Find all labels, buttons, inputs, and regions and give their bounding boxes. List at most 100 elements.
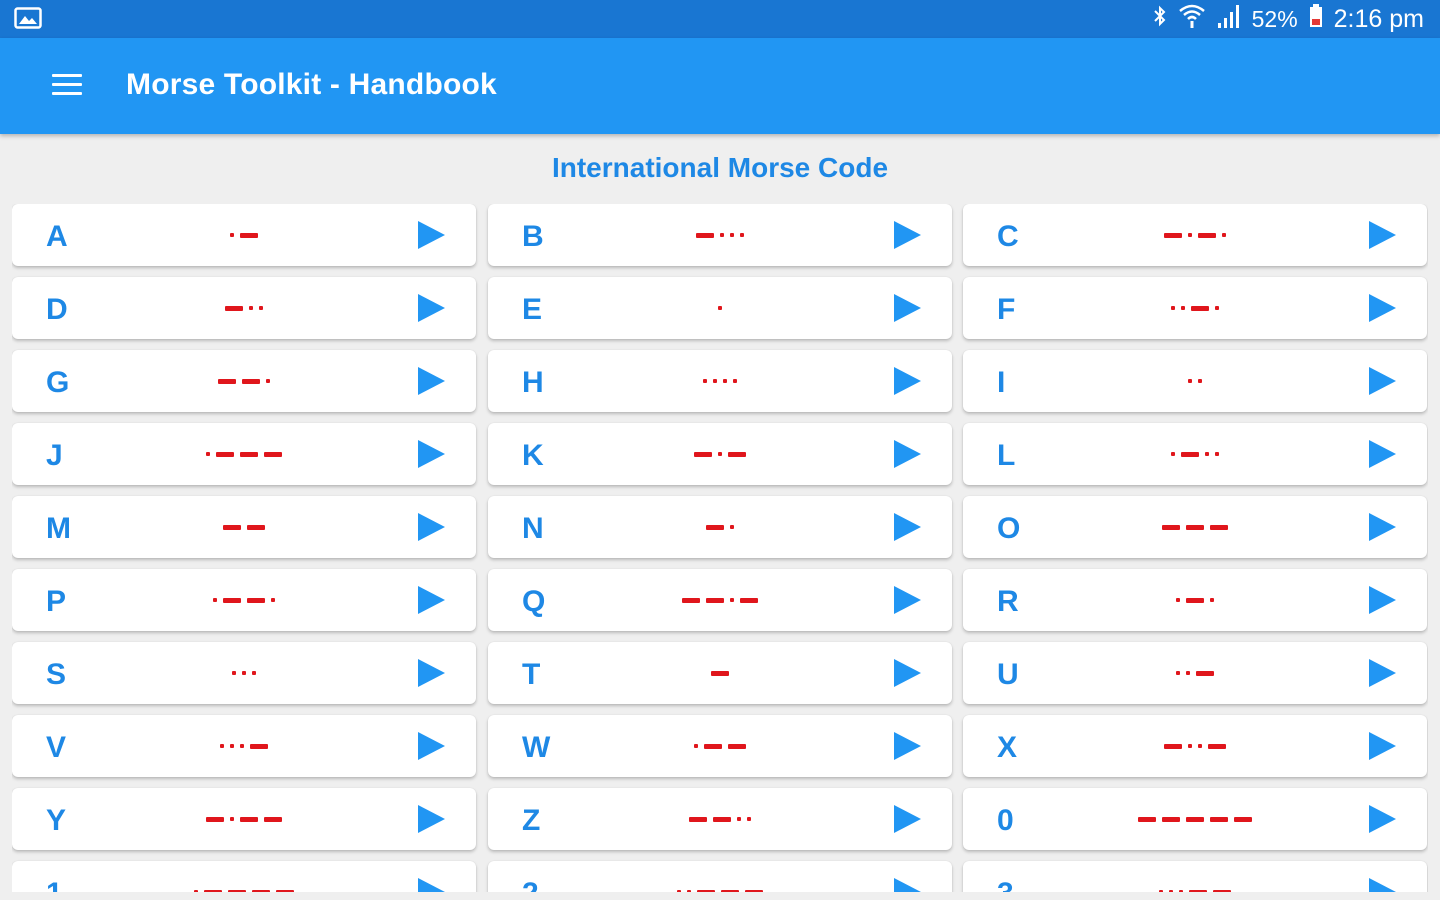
morse-card-i[interactable]: I xyxy=(963,350,1427,412)
morse-dot xyxy=(733,379,737,383)
play-icon[interactable] xyxy=(416,658,446,688)
play-icon[interactable] xyxy=(1367,585,1397,615)
morse-card-g[interactable]: G xyxy=(12,350,476,412)
morse-code xyxy=(122,350,366,412)
morse-code xyxy=(598,861,842,892)
play-icon[interactable] xyxy=(1367,804,1397,834)
app-title: Morse Toolkit - Handbook xyxy=(126,68,497,101)
morse-dot xyxy=(252,671,256,675)
morse-card-2[interactable]: 2 xyxy=(488,861,952,892)
morse-code xyxy=(598,642,842,704)
morse-code xyxy=(1073,423,1317,485)
morse-card-n[interactable]: N xyxy=(488,496,952,558)
play-icon[interactable] xyxy=(416,293,446,323)
play-icon[interactable] xyxy=(416,877,446,892)
morse-dot xyxy=(1188,233,1192,237)
morse-card-z[interactable]: Z xyxy=(488,788,952,850)
play-icon[interactable] xyxy=(892,293,922,323)
morse-dot xyxy=(1210,598,1214,602)
morse-card-v[interactable]: V xyxy=(12,715,476,777)
morse-card-w[interactable]: W xyxy=(488,715,952,777)
morse-dash xyxy=(1186,816,1204,822)
morse-dot xyxy=(737,817,741,821)
morse-card-f[interactable]: F xyxy=(963,277,1427,339)
morse-card-m[interactable]: M xyxy=(12,496,476,558)
morse-card-b[interactable]: B xyxy=(488,204,952,266)
morse-code xyxy=(122,642,366,704)
morse-dash xyxy=(247,597,265,603)
morse-card-y[interactable]: Y xyxy=(12,788,476,850)
play-icon[interactable] xyxy=(416,439,446,469)
morse-dash xyxy=(704,743,722,749)
play-icon[interactable] xyxy=(416,804,446,834)
play-icon[interactable] xyxy=(416,585,446,615)
morse-dash xyxy=(1213,889,1231,892)
morse-card-h[interactable]: H xyxy=(488,350,952,412)
morse-letter: 2 xyxy=(522,877,582,892)
play-icon[interactable] xyxy=(1367,877,1397,892)
morse-dash xyxy=(1189,889,1207,892)
morse-card-3[interactable]: 3 xyxy=(963,861,1427,892)
play-icon[interactable] xyxy=(1367,366,1397,396)
play-icon[interactable] xyxy=(892,366,922,396)
morse-card-c[interactable]: C xyxy=(963,204,1427,266)
morse-card-1[interactable]: 1 xyxy=(12,861,476,892)
play-icon[interactable] xyxy=(892,658,922,688)
play-icon[interactable] xyxy=(1367,220,1397,250)
morse-card-p[interactable]: P xyxy=(12,569,476,631)
morse-card-j[interactable]: J xyxy=(12,423,476,485)
play-icon[interactable] xyxy=(1367,439,1397,469)
morse-dot xyxy=(677,890,681,892)
morse-card-0[interactable]: 0 xyxy=(963,788,1427,850)
play-icon[interactable] xyxy=(892,804,922,834)
morse-dash xyxy=(240,816,258,822)
morse-card-k[interactable]: K xyxy=(488,423,952,485)
morse-card-e[interactable]: E xyxy=(488,277,952,339)
morse-letter: F xyxy=(997,293,1016,326)
morse-dot xyxy=(713,379,717,383)
morse-card-o[interactable]: O xyxy=(963,496,1427,558)
morse-card-t[interactable]: T xyxy=(488,642,952,704)
morse-card-r[interactable]: R xyxy=(963,569,1427,631)
morse-dash xyxy=(1138,816,1156,822)
morse-letter: 3 xyxy=(997,877,1057,892)
morse-dash xyxy=(1234,816,1252,822)
morse-dot xyxy=(1171,452,1175,456)
morse-dot xyxy=(266,379,270,383)
morse-dot xyxy=(687,890,691,892)
play-icon[interactable] xyxy=(416,220,446,250)
menu-icon[interactable] xyxy=(52,74,82,98)
morse-code xyxy=(598,423,842,485)
play-icon[interactable] xyxy=(892,731,922,761)
section-title: International Morse Code xyxy=(551,152,889,183)
morse-code xyxy=(598,788,842,850)
morse-card-x[interactable]: X xyxy=(963,715,1427,777)
play-icon[interactable] xyxy=(416,512,446,542)
morse-card-q[interactable]: Q xyxy=(488,569,952,631)
play-icon[interactable] xyxy=(416,731,446,761)
signal-icon xyxy=(1216,3,1242,36)
morse-card-s[interactable]: S xyxy=(12,642,476,704)
morse-dash xyxy=(225,305,243,311)
morse-dash xyxy=(242,378,260,384)
play-icon[interactable] xyxy=(1367,293,1397,323)
play-icon[interactable] xyxy=(892,877,922,892)
play-icon[interactable] xyxy=(1367,658,1397,688)
play-icon[interactable] xyxy=(892,512,922,542)
morse-card-a[interactable]: A xyxy=(12,204,476,266)
morse-dash xyxy=(1186,597,1204,603)
play-icon[interactable] xyxy=(892,585,922,615)
play-icon[interactable] xyxy=(892,439,922,469)
morse-dash xyxy=(1196,670,1214,676)
morse-card-l[interactable]: L xyxy=(963,423,1427,485)
morse-dot xyxy=(730,525,734,529)
play-icon[interactable] xyxy=(892,220,922,250)
morse-dot xyxy=(213,598,217,602)
morse-dash xyxy=(694,451,712,457)
play-icon[interactable] xyxy=(1367,512,1397,542)
play-icon[interactable] xyxy=(1367,731,1397,761)
morse-dash xyxy=(706,524,724,530)
play-icon[interactable] xyxy=(416,366,446,396)
morse-card-u[interactable]: U xyxy=(963,642,1427,704)
morse-card-d[interactable]: D xyxy=(12,277,476,339)
